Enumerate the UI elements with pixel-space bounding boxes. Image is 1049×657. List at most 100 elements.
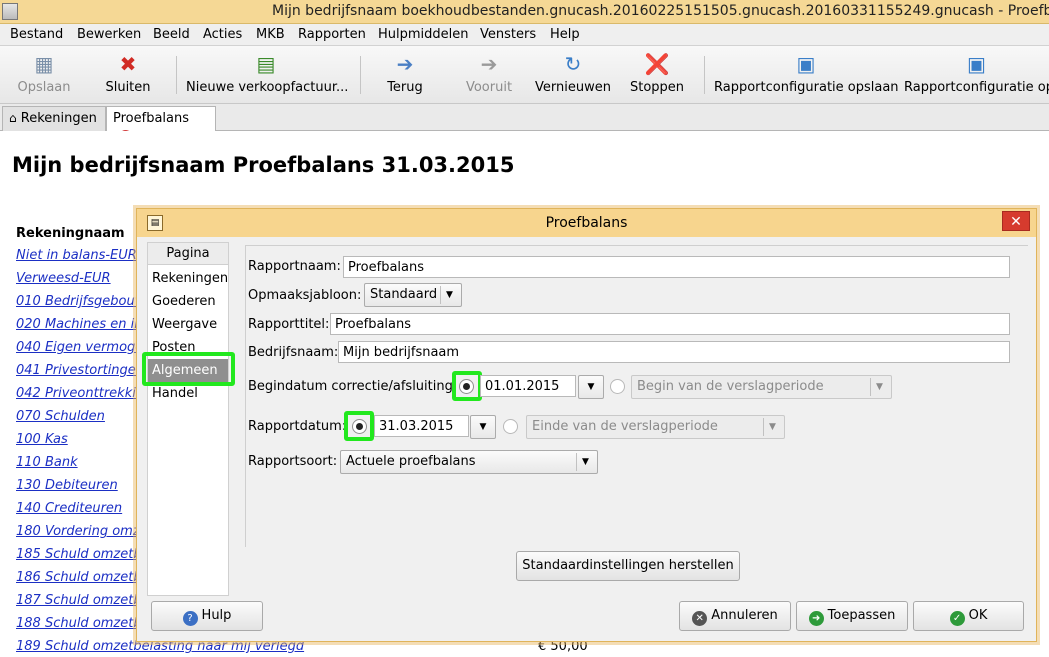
stop-button[interactable]: ❌ Stoppen (626, 50, 688, 100)
cancel-icon: ✕ (692, 611, 708, 626)
page-item-handel[interactable]: Handel (151, 386, 198, 401)
ok-button[interactable]: ✓ OK (913, 601, 1024, 631)
close-button[interactable]: ✖ Sluiten (98, 50, 158, 100)
report-date-label: Rapportdatum: (248, 419, 347, 434)
start-date-absolute-radio[interactable] (459, 379, 474, 394)
options-page-list: Pagina Rekeningen Goederen Weergave Post… (147, 242, 229, 596)
chevron-down-icon: ▼ (870, 378, 888, 396)
account-link[interactable]: Verweesd-EUR (16, 271, 111, 286)
account-link[interactable]: 130 Debiteuren (16, 478, 118, 493)
tab-strip: ⌂ Rekeningen Proefbalans ✕ (0, 104, 1049, 143)
end-relative-select[interactable]: Einde van de verslagperiode ▼ (526, 415, 785, 439)
report-title-input[interactable] (330, 313, 1010, 335)
stylesheet-label: Opmaaksjabloon: (248, 288, 362, 303)
company-name-label: Bedrijfsnaam: (248, 345, 339, 360)
chevron-down-icon: ▼ (576, 453, 594, 471)
account-link[interactable]: 020 Machines en in (16, 317, 143, 332)
account-link[interactable]: 100 Kas (16, 432, 68, 447)
page-list-header: Pagina (148, 243, 228, 265)
report-date-input[interactable] (374, 415, 469, 437)
tab-proefbalans[interactable]: Proefbalans ✕ (106, 106, 216, 143)
menu-rapporten[interactable]: Rapporten (298, 27, 366, 42)
toolbar-separator (360, 56, 361, 94)
menu-bestand[interactable]: Bestand (10, 27, 63, 42)
dialog-close-button[interactable]: ✕ (1002, 211, 1030, 231)
report-options-dialog: ▤ Proefbalans ✕ Pagina Rekeningen Goeder… (136, 208, 1037, 642)
toolbar-separator (704, 56, 705, 94)
account-link[interactable]: 070 Schulden (16, 409, 105, 424)
menu-acties[interactable]: Acties (203, 27, 242, 42)
page-item-goederen[interactable]: Goederen (151, 294, 216, 309)
account-link[interactable]: 042 Priveonttrekkin (16, 386, 144, 401)
account-link[interactable]: 188 Schuld omzetb (16, 616, 142, 631)
report-type-select[interactable]: Actuele proefbalans ▼ (340, 450, 598, 474)
save-report-config-button[interactable]: ▣ Rapportconfiguratie opslaan (714, 50, 899, 100)
account-link[interactable]: 187 Schuld omzetb (16, 593, 142, 608)
new-invoice-button[interactable]: ▤ Nieuwe verkoopfactuur... (186, 50, 348, 100)
save-config-icon: ▣ (796, 52, 816, 76)
column-header-account-name: Rekeningnaam (16, 226, 125, 241)
page-item-rekeningen[interactable]: Rekeningen (151, 271, 228, 286)
chevron-down-icon: ▼ (587, 382, 595, 392)
report-date-picker-button[interactable]: ▼ (470, 415, 496, 439)
account-link[interactable]: 180 Vordering omz (16, 524, 140, 539)
help-icon: ? (182, 611, 198, 626)
back-button[interactable]: ➔ Terug (378, 50, 432, 100)
account-link[interactable]: 140 Crediteuren (16, 501, 122, 516)
menu-help[interactable]: Help (550, 27, 580, 42)
forward-button[interactable]: ➔ Vooruit (460, 50, 518, 100)
start-date-relative-radio[interactable] (610, 379, 625, 394)
report-title: Mijn bedrijfsnaam Proefbalans 31.03.2015 (12, 153, 515, 177)
start-relative-select[interactable]: Begin van de verslagperiode ▼ (631, 375, 892, 399)
account-link[interactable]: 041 Privestortingen (16, 363, 144, 378)
app-icon (2, 3, 18, 20)
start-date-input[interactable] (480, 375, 576, 397)
chevron-down-icon: ▼ (440, 286, 458, 304)
report-date-absolute-radio[interactable] (352, 419, 367, 434)
new-invoice-icon: ▤ (256, 52, 276, 76)
report-date-relative-radio[interactable] (503, 419, 518, 434)
account-link[interactable]: 040 Eigen vermoge (16, 340, 143, 355)
window-title: Mijn bedrijfsnaam boekhoudbestanden.gnuc… (272, 3, 1049, 19)
account-link[interactable]: 185 Schuld omzetb (16, 547, 142, 562)
menu-hulpmiddelen[interactable]: Hulpmiddelen (378, 27, 469, 42)
checkmark-icon: ✓ (949, 611, 965, 626)
save-config-as-icon: ▣ (967, 52, 986, 76)
home-icon: ⌂ (9, 111, 17, 125)
apply-button[interactable]: ➜ Toepassen (796, 601, 908, 631)
chevron-down-icon: ▼ (479, 422, 487, 432)
menu-beeld[interactable]: Beeld (153, 27, 190, 42)
company-name-input[interactable] (338, 341, 1010, 363)
refresh-icon: ↻ (564, 52, 582, 76)
help-button[interactable]: ? Hulp (151, 601, 263, 631)
report-name-input[interactable] (343, 256, 1010, 278)
menu-mkb[interactable]: MKB (256, 27, 285, 42)
stylesheet-select[interactable]: Standaard ▼ (364, 283, 462, 307)
report-title-label: Rapporttitel: (248, 317, 330, 332)
highlight-algemeen (142, 352, 235, 386)
dialog-title: Proefbalans (545, 215, 628, 231)
save-report-config-as-button[interactable]: ▣ Rapportconfiguratie op (904, 50, 1049, 100)
start-date-picker-button[interactable]: ▼ (578, 375, 604, 399)
report-name-label: Rapportnaam: (248, 259, 341, 274)
cancel-button[interactable]: ✕ Annuleren (679, 601, 791, 631)
page-item-weergave[interactable]: Weergave (151, 317, 217, 332)
save-button[interactable]: ▦ Opslaan (14, 50, 74, 100)
menu-vensters[interactable]: Vensters (480, 27, 536, 42)
account-link[interactable]: Niet in balans-EUR (16, 248, 137, 263)
title-bar: Mijn bedrijfsnaam boekhoudbestanden.gnuc… (0, 0, 1049, 24)
forward-arrow-icon: ➔ (480, 52, 498, 76)
menu-bar: Bestand Bewerken Beeld Acties MKB Rappor… (0, 24, 1049, 46)
refresh-button[interactable]: ↻ Vernieuwen (532, 50, 614, 100)
dialog-title-bar: ▤ Proefbalans ✕ (137, 209, 1036, 237)
back-arrow-icon: ➔ (396, 52, 414, 76)
save-icon: ▦ (34, 52, 54, 76)
account-link[interactable]: 110 Bank (16, 455, 78, 470)
account-link[interactable]: 186 Schuld omzetb (16, 570, 142, 585)
report-type-label: Rapportsoort: (248, 454, 338, 469)
menu-bewerken[interactable]: Bewerken (77, 27, 141, 42)
restore-defaults-button[interactable]: Standaardinstellingen herstellen (516, 551, 740, 581)
toolbar-separator (176, 56, 177, 94)
account-link[interactable]: 010 Bedrijfsgebouw (16, 294, 145, 309)
tab-rekeningen[interactable]: ⌂ Rekeningen (2, 106, 106, 131)
